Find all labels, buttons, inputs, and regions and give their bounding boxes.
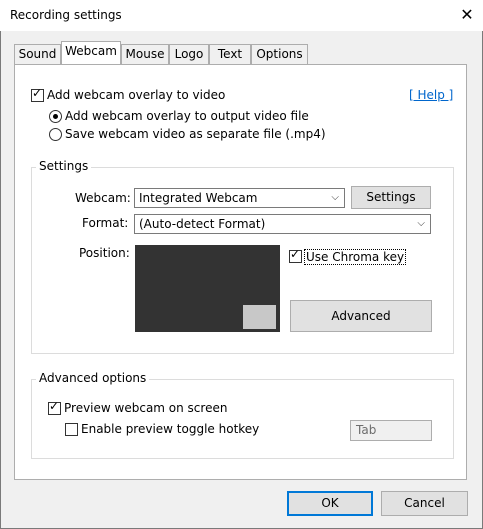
radio-output-file[interactable] [49,110,62,123]
webcam-select[interactable]: Integrated Webcam ⌵ [134,188,345,208]
position-label: Position: [79,246,130,260]
chevron-down-icon: ⌵ [417,218,425,229]
webcam-select-value: Integrated Webcam [139,191,258,205]
tab-options[interactable]: Options [251,44,308,64]
preview-webcam-label[interactable]: Preview webcam on screen [64,401,227,415]
preview-hotkey-label[interactable]: Enable preview toggle hotkey [81,422,259,436]
hotkey-field[interactable]: Tab [350,420,432,441]
advanced-button[interactable]: Advanced [290,300,432,332]
webcam-overlay-label[interactable]: Add webcam overlay to video [47,88,225,102]
advanced-options-group [31,379,454,459]
preview-webcam-checkbox[interactable] [48,399,61,415]
format-label: Format: [82,216,129,230]
format-select-value: (Auto-detect Format) [139,217,266,231]
ok-button[interactable]: OK [287,491,373,516]
chevron-down-icon: ⌵ [331,192,339,203]
webcam-label: Webcam: [75,191,131,205]
tab-mouse[interactable]: Mouse [121,44,169,64]
radio-separate-file[interactable] [49,128,62,141]
tab-webcam[interactable]: Webcam [61,41,121,64]
webcam-overlay-checkbox[interactable] [31,86,44,102]
chroma-key-label[interactable]: Use Chroma key [304,249,407,265]
format-select[interactable]: (Auto-detect Format) ⌵ [134,214,431,234]
radio-separate-label[interactable]: Save webcam video as separate file (.mp4… [65,127,326,141]
tab-text[interactable]: Text [209,44,251,64]
title-bar[interactable]: Recording settings ✕ [0,0,483,31]
settings-group-label: Settings [36,159,92,173]
close-icon[interactable]: ✕ [455,3,479,27]
advanced-options-label: Advanced options [36,371,150,385]
preview-hotkey-checkbox[interactable] [65,423,78,436]
tab-logo[interactable]: Logo [169,44,209,64]
help-link[interactable]: [ Help ] [409,88,453,102]
webcam-settings-button[interactable]: Settings [351,186,431,209]
cancel-button[interactable]: Cancel [381,491,468,516]
webcam-position-handle[interactable] [243,305,276,329]
tab-sound[interactable]: Sound [14,44,61,64]
chroma-key-checkbox[interactable] [289,247,302,263]
window-title: Recording settings [10,8,122,22]
radio-output-label[interactable]: Add webcam overlay to output video file [65,109,309,123]
